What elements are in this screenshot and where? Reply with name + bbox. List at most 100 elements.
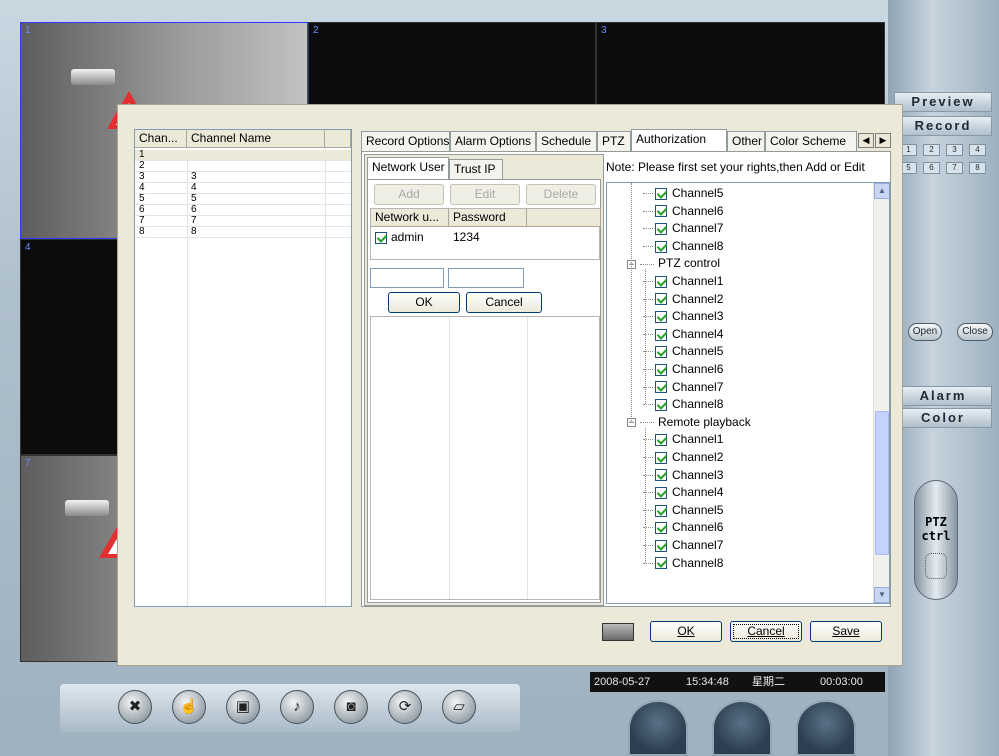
channel-7-button[interactable]: 7 — [946, 162, 963, 174]
channel-row[interactable]: 2 — [135, 161, 351, 172]
tree-channel-item[interactable]: Channel1 — [643, 431, 723, 448]
tree-channel-item[interactable]: Channel7 — [643, 220, 723, 237]
cancel-button[interactable]: Cancel — [730, 621, 802, 642]
checked-checkbox-icon[interactable] — [655, 434, 667, 447]
scroll-up-icon[interactable]: ▲ — [874, 183, 889, 199]
tree-group[interactable]: − PTZ control — [627, 255, 720, 272]
password-input[interactable] — [448, 268, 524, 288]
checked-checkbox-icon[interactable] — [655, 381, 667, 394]
checked-checkbox-icon[interactable] — [655, 451, 667, 464]
user-ok-button[interactable]: OK — [388, 292, 460, 313]
tab-scroll-right-icon[interactable]: ▶ — [875, 133, 891, 148]
channel-row[interactable]: 55 — [135, 194, 351, 205]
playback-icon[interactable]: ▣ — [226, 690, 260, 724]
tree-channel-item[interactable]: Channel4 — [643, 326, 723, 343]
tab-color-scheme[interactable]: Color Scheme — [765, 131, 857, 151]
refresh-icon[interactable]: ⟳ — [388, 690, 422, 724]
alarm-button[interactable]: Alarm — [894, 386, 992, 406]
save-button[interactable]: Save — [810, 621, 882, 642]
channel-3-button[interactable]: 3 — [946, 144, 963, 156]
subtab-trust-ip[interactable]: Trust IP — [449, 159, 503, 179]
tree-channel-item[interactable]: Channel2 — [643, 449, 723, 466]
folder-icon[interactable]: ▱ — [442, 690, 476, 724]
edit-button[interactable]: Edit — [450, 184, 520, 205]
tab-alarm-options[interactable]: Alarm Options — [450, 131, 536, 151]
channel-row[interactable]: 33 — [135, 172, 351, 183]
col-channel-name[interactable]: Channel Name — [187, 130, 325, 148]
knob-left[interactable] — [628, 700, 688, 756]
checked-checkbox-icon[interactable] — [655, 275, 667, 288]
open-button[interactable]: Open — [908, 323, 942, 341]
checked-checkbox-icon[interactable] — [655, 328, 667, 341]
tree-channel-item[interactable]: Channel8 — [643, 238, 723, 255]
checked-checkbox-icon[interactable] — [655, 557, 667, 570]
tab-schedule[interactable]: Schedule — [536, 131, 597, 151]
delete-button[interactable]: Delete — [526, 184, 596, 205]
tab-record-options[interactable]: Record Options — [361, 131, 450, 151]
tree-channel-item[interactable]: Channel6 — [643, 361, 723, 378]
tree-channel-item[interactable]: Channel5 — [643, 343, 723, 360]
tree-channel-item[interactable]: Channel1 — [643, 273, 723, 290]
checked-checkbox-icon[interactable] — [655, 311, 667, 324]
tab-scroll-left-icon[interactable]: ◀ — [858, 133, 874, 148]
col-network-user[interactable]: Network u... — [371, 209, 449, 227]
color-button[interactable]: Color — [894, 408, 992, 428]
checked-checkbox-icon[interactable] — [655, 539, 667, 552]
add-button[interactable]: Add — [374, 184, 444, 205]
tree-channel-item[interactable]: Channel3 — [643, 308, 723, 325]
tree-channel-item[interactable]: Channel8 — [643, 396, 723, 413]
scroll-thumb[interactable] — [875, 411, 889, 555]
preview-button[interactable]: Preview — [894, 92, 992, 112]
channel-row[interactable]: 88 — [135, 227, 351, 238]
tree-channel-item[interactable]: Channel5 — [643, 502, 723, 519]
channel-row[interactable]: 77 — [135, 216, 351, 227]
checked-checkbox-icon[interactable] — [655, 469, 667, 482]
checked-checkbox-icon[interactable] — [655, 240, 667, 253]
user-cancel-button[interactable]: Cancel — [466, 292, 542, 313]
checked-checkbox-icon[interactable] — [655, 487, 667, 500]
user-enabled-checkbox[interactable] — [375, 231, 387, 244]
snapshot-icon[interactable]: ◙ — [334, 690, 368, 724]
subtab-network-user[interactable]: Network User — [367, 157, 449, 179]
tree-channel-item[interactable]: Channel8 — [643, 555, 723, 572]
keyboard-icon[interactable] — [602, 623, 634, 641]
checked-checkbox-icon[interactable] — [655, 187, 667, 200]
record-button[interactable]: Record — [894, 116, 992, 136]
channel-2-button[interactable]: 2 — [923, 144, 940, 156]
checked-checkbox-icon[interactable] — [655, 346, 667, 359]
checked-checkbox-icon[interactable] — [655, 399, 667, 412]
channel-row[interactable]: 44 — [135, 183, 351, 194]
checked-checkbox-icon[interactable] — [655, 363, 667, 376]
checked-checkbox-icon[interactable] — [655, 223, 667, 236]
tree-channel-item[interactable]: Channel4 — [643, 484, 723, 501]
tab-ptz[interactable]: PTZ — [597, 131, 631, 151]
tools-icon[interactable]: ✖ — [118, 690, 152, 724]
col-channel-number[interactable]: Chan... — [135, 130, 187, 148]
tree-channel-item[interactable]: Channel7 — [643, 379, 723, 396]
tab-other[interactable]: Other — [727, 131, 765, 151]
user-row[interactable]: admin 1234 — [371, 228, 599, 246]
audio-icon[interactable]: ♪ — [280, 690, 314, 724]
username-input[interactable] — [370, 268, 444, 288]
checked-checkbox-icon[interactable] — [655, 293, 667, 306]
knob-right[interactable] — [796, 700, 856, 756]
ptz-control-button[interactable]: PTZ ctrl — [914, 480, 958, 600]
tree-channel-item[interactable]: Channel3 — [643, 467, 723, 484]
checked-checkbox-icon[interactable] — [655, 504, 667, 517]
channel-4-button[interactable]: 4 — [969, 144, 986, 156]
channel-6-button[interactable]: 6 — [923, 162, 940, 174]
tree-channel-item[interactable]: Channel7 — [643, 537, 723, 554]
channel-row[interactable]: 66 — [135, 205, 351, 216]
checked-checkbox-icon[interactable] — [655, 522, 667, 535]
tab-authorization[interactable]: Authorization — [631, 129, 727, 151]
knob-center[interactable] — [712, 700, 772, 756]
tree-scrollbar[interactable]: ▲ ▼ — [873, 183, 889, 603]
channel-row[interactable]: 1 — [135, 150, 351, 161]
ok-button[interactable]: OK — [650, 621, 722, 642]
tree-channel-item[interactable]: Channel5 — [643, 185, 723, 202]
tree-channel-item[interactable]: Channel6 — [643, 203, 723, 220]
close-button[interactable]: Close — [957, 323, 993, 341]
scroll-down-icon[interactable]: ▼ — [874, 587, 889, 603]
checked-checkbox-icon[interactable] — [655, 205, 667, 218]
tree-channel-item[interactable]: Channel2 — [643, 291, 723, 308]
